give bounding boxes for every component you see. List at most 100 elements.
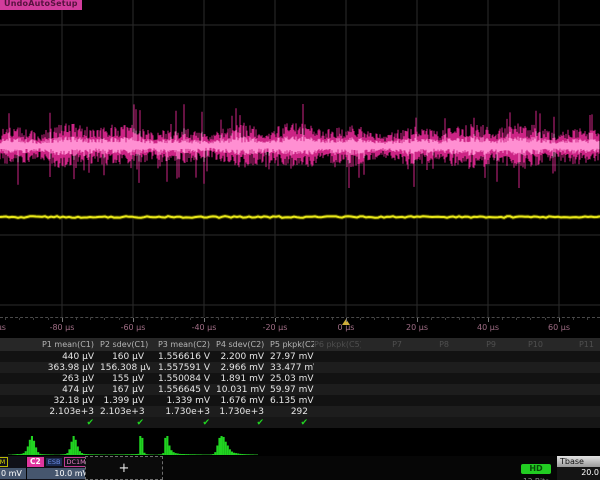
parameter-histicon[interactable] [208, 435, 258, 455]
table-cell: 263 µV [0, 374, 100, 384]
time-axis-label: 60 µs [548, 323, 570, 332]
parameter-histicon[interactable] [58, 435, 108, 455]
time-axis-label: -20 µs [263, 323, 288, 332]
parameter-header[interactable]: P3 mean(C2) [150, 340, 216, 349]
table-row: 363.98 µV156.308 µV1.557591 V2.966 mV33.… [0, 362, 600, 373]
parameter-header[interactable]: P6 pkpk(C5) [314, 340, 361, 349]
status-check-icon: ✔ [0, 418, 100, 428]
parameter-header[interactable]: P7 [361, 340, 408, 349]
table-cell: 1.550084 V [150, 374, 216, 384]
table-cell: 1.339 mV [150, 396, 216, 406]
parameter-header[interactable]: P8 [408, 340, 455, 349]
axis-tick [218, 318, 219, 320]
parameter-header[interactable]: P1 mean(C1) [0, 340, 100, 349]
table-cell: 27.97 mV [270, 352, 314, 362]
table-cell: 59.97 mV [270, 385, 314, 395]
parameter-header[interactable]: P5 pkpk(C2) [270, 340, 314, 349]
waveform-grid[interactable]: UndoAutoSetup [0, 0, 600, 317]
time-axis-label: -60 µs [121, 323, 146, 332]
table-cell: 474 µV [0, 385, 100, 395]
oscilloscope-screen: UndoAutoSetup -100 µs-80 µs-60 µs-40 µs-… [0, 0, 600, 480]
parameter-header[interactable]: P10 [502, 340, 549, 349]
axis-tick [530, 318, 531, 320]
hd-badge: HD [521, 464, 551, 474]
axis-tick [374, 318, 375, 320]
axis-tick [317, 318, 318, 320]
axis-tick [545, 318, 546, 320]
parameter-value-rows: 440 µV160 µV1.556616 V2.200 mV27.97 mV36… [0, 351, 600, 417]
axis-tick [275, 318, 276, 322]
axis-tick [332, 318, 333, 320]
table-cell: 1.556645 V [150, 385, 216, 395]
status-check-icon: ✔ [150, 418, 216, 428]
table-cell: 1.730e+3 [216, 407, 270, 417]
table-cell: 363.98 µV [0, 363, 100, 373]
axis-tick [161, 318, 162, 320]
table-cell: 32.18 µV [0, 396, 100, 406]
axis-tick [431, 318, 432, 320]
descriptor-bar: DC1M 0 mV C2 ESB DC1M 10.0 mV + HD 12 Bi… [0, 456, 600, 480]
parameter-histicon[interactable] [108, 435, 158, 455]
waveform-traces [0, 0, 600, 317]
axis-tick [445, 318, 446, 320]
status-check-icon: ✔ [216, 418, 270, 428]
table-cell: 292 [270, 407, 314, 417]
axis-tick [204, 318, 205, 322]
axis-tick [516, 318, 517, 320]
time-axis-label: 20 µs [406, 323, 428, 332]
time-axis-label: -40 µs [192, 323, 217, 332]
axis-tick [90, 318, 91, 320]
measurement-table: P1 mean(C1)P2 sdev(C1)P3 mean(C2)P4 sdev… [0, 338, 600, 428]
table-cell: 2.103e+3 [100, 407, 150, 417]
table-cell: 155 µV [100, 374, 150, 384]
table-cell: 1.891 mV [216, 374, 270, 384]
table-row: 2.103e+32.103e+31.730e+31.730e+3292 [0, 406, 600, 417]
table-cell: 1.730e+3 [150, 407, 216, 417]
acquisition-mode-indicator[interactable]: HD 12 Bits [516, 456, 556, 480]
plus-icon: + [119, 462, 130, 475]
time-axis-label: 0 µs [338, 323, 355, 332]
parameter-histicon[interactable] [158, 435, 208, 455]
axis-tick [417, 318, 418, 322]
table-row: 440 µV160 µV1.556616 V2.200 mV27.97 mV [0, 351, 600, 362]
table-cell: 1.676 mV [216, 396, 270, 406]
axis-tick [133, 318, 134, 322]
table-cell: 2.966 mV [216, 363, 270, 373]
parameter-histicon[interactable] [8, 435, 58, 455]
parameter-header[interactable]: P2 sdev(C1) [100, 340, 150, 349]
axis-tick [573, 318, 574, 320]
axis-tick [62, 318, 63, 322]
status-check-icon: ✔ [270, 418, 314, 428]
timebase-descriptor[interactable]: Tbase 20.0 [557, 456, 600, 480]
undo-autosetup-button[interactable]: UndoAutoSetup [0, 0, 82, 10]
status-check-icon: ✔ [100, 418, 150, 428]
axis-tick [19, 318, 20, 320]
channel-c2-descriptor[interactable]: C2 ESB DC1M 10.0 mV [27, 456, 91, 480]
time-axis-label: -80 µs [50, 323, 75, 332]
table-cell: 25.03 mV [270, 374, 314, 384]
timebase-title: Tbase [557, 456, 600, 467]
parameter-header[interactable]: P9 [455, 340, 502, 349]
table-row: 474 µV167 µV1.556645 V10.031 mV59.97 mV [0, 384, 600, 395]
axis-tick [474, 318, 475, 320]
axis-tick [346, 318, 347, 322]
axis-tick [587, 318, 588, 320]
axis-tick [559, 318, 560, 322]
axis-tick [459, 318, 460, 320]
parameter-header[interactable]: P11 [549, 340, 600, 349]
axis-tick [232, 318, 233, 320]
axis-tick [261, 318, 262, 320]
axis-tick [246, 318, 247, 320]
add-trace-button[interactable]: + [85, 456, 163, 480]
parameter-header[interactable]: P4 sdev(C2) [216, 340, 270, 349]
table-cell: 2.103e+3 [0, 407, 100, 417]
table-row: 263 µV155 µV1.550084 V1.891 mV25.03 mV [0, 373, 600, 384]
table-cell: 1.557591 V [150, 363, 216, 373]
table-row: 32.18 µV1.399 µV1.339 mV1.676 mV6.135 mV [0, 395, 600, 406]
parameter-status-row: ✔✔✔✔✔ [0, 417, 600, 428]
table-cell: 33.477 mV [270, 363, 314, 373]
axis-tick [5, 318, 6, 320]
channel-c1-descriptor[interactable]: DC1M 0 mV [0, 456, 26, 480]
table-cell: 6.135 mV [270, 396, 314, 406]
axis-tick [119, 318, 120, 320]
